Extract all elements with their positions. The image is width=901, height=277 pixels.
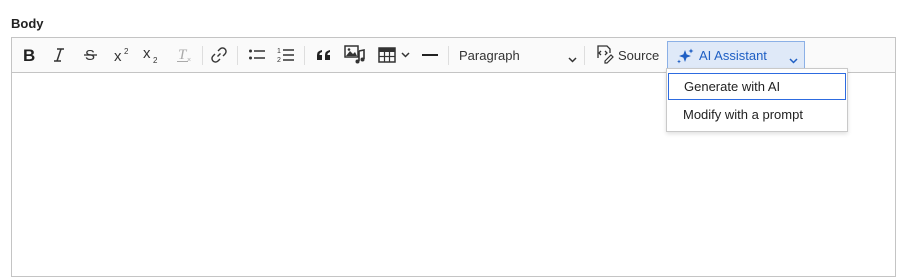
- source-icon: [594, 44, 614, 67]
- table-button[interactable]: [376, 43, 412, 67]
- italic-button[interactable]: [50, 43, 68, 67]
- bold-icon: B: [22, 47, 36, 63]
- toolbar-separator: [448, 46, 449, 65]
- svg-text:x: x: [143, 46, 151, 62]
- menu-item-label: Generate with AI: [684, 79, 781, 94]
- svg-text:2: 2: [277, 57, 281, 64]
- svg-text:B: B: [23, 47, 35, 63]
- menu-item-generate-with-ai[interactable]: Generate with AI: [668, 73, 846, 100]
- source-button-label: Source: [618, 47, 660, 63]
- strikethrough-icon: S: [83, 47, 99, 63]
- superscript-button[interactable]: x2: [112, 43, 134, 67]
- chevron-down-icon: [789, 52, 798, 67]
- sparkle-icon: [676, 48, 694, 67]
- numbered-list-button[interactable]: 12: [276, 43, 296, 67]
- chevron-down-icon: [568, 51, 577, 66]
- horizontal-line-button[interactable]: [420, 43, 440, 67]
- heading-dropdown-value: Paragraph: [459, 47, 520, 63]
- media-icon: [344, 45, 366, 65]
- ai-assistant-label: AI Assistant: [699, 47, 767, 63]
- toolbar-separator: [304, 46, 305, 65]
- ai-assistant-menu: Generate with AI Modify with a prompt: [666, 68, 848, 132]
- svg-text:2: 2: [124, 47, 129, 56]
- bulleted-list-icon: [248, 47, 266, 63]
- svg-text:x: x: [114, 48, 122, 63]
- toolbar-separator: [237, 46, 238, 65]
- source-button[interactable]: Source: [594, 43, 659, 67]
- remove-format-icon: T ×: [176, 46, 194, 64]
- subscript-button[interactable]: x2: [141, 43, 163, 67]
- blockquote-button[interactable]: [314, 43, 334, 67]
- svg-text:×: ×: [187, 57, 191, 64]
- media-button[interactable]: [344, 43, 366, 67]
- chevron-down-icon: [401, 52, 410, 58]
- italic-icon: [52, 47, 66, 63]
- menu-item-modify-with-prompt[interactable]: Modify with a prompt: [668, 101, 846, 128]
- link-icon: [210, 46, 228, 64]
- strikethrough-button[interactable]: S: [82, 43, 100, 67]
- numbered-list-icon: 12: [277, 46, 295, 64]
- bold-button[interactable]: B: [20, 43, 38, 67]
- superscript-icon: x2: [113, 47, 133, 63]
- horizontal-line-icon: [422, 53, 438, 57]
- menu-item-label: Modify with a prompt: [683, 107, 803, 122]
- blockquote-icon: [316, 48, 332, 62]
- field-label: Body: [11, 16, 44, 31]
- subscript-icon: x2: [142, 46, 162, 64]
- remove-format-button[interactable]: T ×: [175, 43, 195, 67]
- link-button[interactable]: [209, 43, 229, 67]
- toolbar-separator: [584, 46, 585, 65]
- toolbar-separator: [202, 46, 203, 65]
- svg-text:2: 2: [153, 56, 158, 64]
- svg-text:1: 1: [277, 48, 281, 55]
- heading-dropdown[interactable]: Paragraph: [453, 43, 579, 67]
- bulleted-list-button[interactable]: [247, 43, 267, 67]
- table-icon: [378, 47, 396, 63]
- ai-assistant-button[interactable]: AI Assistant: [667, 41, 805, 69]
